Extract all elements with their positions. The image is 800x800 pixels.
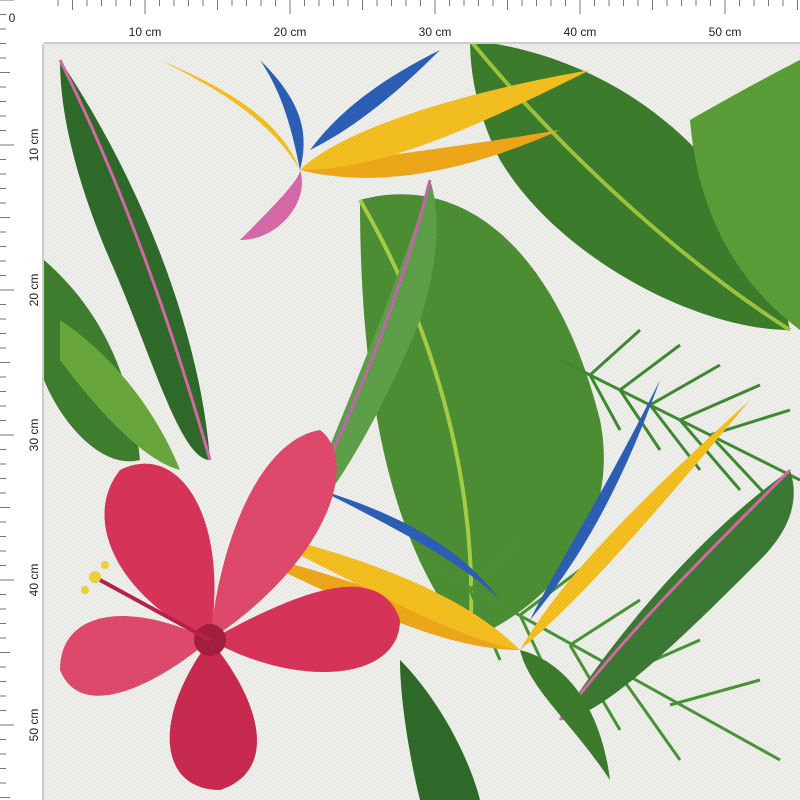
tropical-print-svg: 10 cm 20 cm 30 cm 40 cm 50 cm 10 cm 20 c… [0, 0, 800, 800]
ruler-label-top-20: 20 cm [274, 25, 307, 39]
ruler-label-left-50: 50 cm [27, 709, 41, 742]
ruler-label-left-40: 40 cm [27, 564, 41, 597]
weave-texture [44, 44, 800, 800]
fabric-preview: 10 cm 20 cm 30 cm 40 cm 50 cm 10 cm 20 c… [0, 0, 800, 800]
ruler-label-top-40: 40 cm [564, 25, 597, 39]
ruler-label-left-20: 20 cm [27, 274, 41, 307]
left-ruler: 10 cm 20 cm 30 cm 40 cm 50 cm [0, 0, 44, 800]
ruler-origin-label: 0 [9, 11, 16, 25]
fabric-area [44, 44, 800, 800]
ruler-label-left-10: 10 cm [27, 129, 41, 162]
ruler-label-top-10: 10 cm [129, 25, 162, 39]
ruler-label-left-30: 30 cm [27, 419, 41, 452]
top-ruler: 10 cm 20 cm 30 cm 40 cm 50 cm [0, 0, 800, 44]
ruler-label-top-30: 30 cm [419, 25, 452, 39]
ruler-label-top-50: 50 cm [709, 25, 742, 39]
